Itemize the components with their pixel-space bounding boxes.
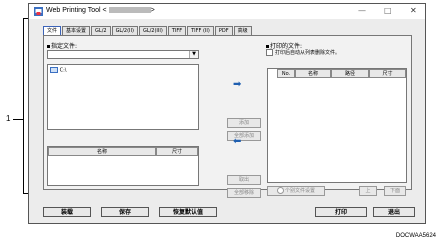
file-list-header-size[interactable]: 尺寸 — [156, 147, 198, 156]
minimize-icon[interactable]: — — [358, 6, 366, 15]
auto-delete-label: 打印后自动从列表删除文件。 — [275, 50, 341, 56]
print-list-header-name[interactable]: 名称 — [295, 69, 331, 78]
print-file-list[interactable]: No. 名称 路径 尺寸 — [267, 68, 407, 183]
individual-settings-label: 个别文件设置 — [284, 188, 315, 194]
window-title-text: Web Printing Tool < — [46, 7, 107, 14]
file-tab-panel: 指定文件: ▼ C:\ 名称 尺寸 ➡ 添加 全部添加 ⬅ 取出 全部移除 打印… — [43, 35, 412, 198]
specify-file-text: 指定文件: — [51, 43, 78, 50]
move-up-button[interactable]: 上 — [359, 186, 377, 196]
print-button[interactable]: 打印 — [315, 207, 367, 217]
add-button[interactable]: 添加 — [227, 118, 261, 128]
arrow-right-icon: ➡ — [233, 79, 242, 90]
file-list[interactable]: 名称 尺寸 — [47, 146, 199, 186]
remove-button[interactable]: 取出 — [227, 175, 261, 185]
print-list-header-path[interactable]: 路径 — [331, 69, 369, 78]
folder-tree-label: C:\ — [59, 67, 67, 74]
app-window: Web Printing Tool < > — □ ✕ 文件 基本设置 GL/2 … — [28, 3, 426, 224]
radio-icon — [276, 187, 284, 194]
exit-button[interactable]: 退出 — [373, 207, 415, 217]
restore-defaults-button[interactable]: 恢复默认值 — [159, 207, 217, 217]
print-list-header-size[interactable]: 尺寸 — [369, 69, 406, 78]
folder-tree[interactable]: C:\ — [47, 64, 199, 130]
maximize-icon[interactable]: □ — [384, 6, 392, 15]
move-down-button[interactable]: 下面 — [384, 186, 406, 196]
load-button[interactable]: 装载 — [43, 207, 91, 217]
redacted-printer-name — [108, 7, 151, 14]
folder-combo[interactable]: ▼ — [47, 50, 199, 59]
file-list-header-name[interactable]: 名称 — [48, 147, 156, 156]
figure-code: DOCWAA5624 — [395, 233, 436, 239]
window-title-suffix: > — [150, 7, 155, 14]
close-icon[interactable]: ✕ — [410, 6, 417, 15]
printer-app-icon — [34, 7, 43, 16]
chevron-down-icon[interactable]: ▼ — [189, 51, 198, 58]
title-bar: Web Printing Tool < > — □ ✕ — [29, 4, 425, 19]
drive-icon — [50, 67, 58, 73]
print-list-header-no[interactable]: No. — [277, 69, 295, 78]
folder-tree-item[interactable]: C:\ — [50, 67, 66, 74]
callout-leader-line — [13, 119, 23, 120]
auto-delete-checkbox[interactable]: 打印后自动从列表删除文件。 — [266, 49, 340, 56]
remove-all-button[interactable]: 全部移除 — [227, 188, 261, 198]
save-button[interactable]: 保存 — [101, 207, 149, 217]
callout-number: 1 — [6, 114, 11, 123]
window-title: Web Printing Tool < > — [46, 7, 155, 14]
arrow-left-icon: ⬅ — [233, 136, 242, 147]
specify-file-label: 指定文件: — [47, 41, 77, 50]
individual-settings-button[interactable]: 个别文件设置 — [267, 186, 325, 196]
tab-bar: 文件 基本设置 GL/2 GL/2(II) GL/2(III) TIFF TIF… — [43, 26, 253, 36]
checkbox-icon[interactable] — [266, 49, 273, 56]
